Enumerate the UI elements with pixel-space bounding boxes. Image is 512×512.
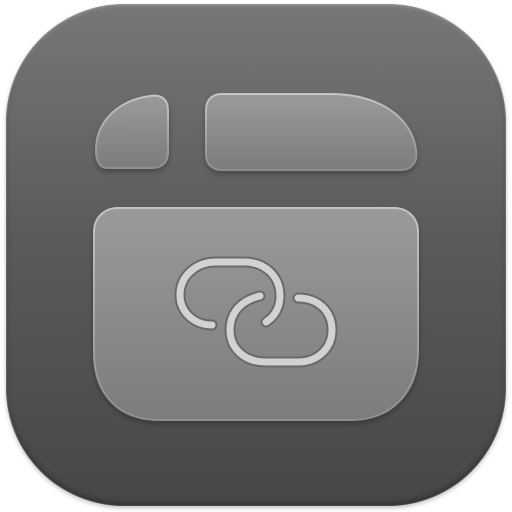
screen	[0, 0, 512, 512]
content-panel-icon	[93, 207, 419, 421]
app-icon[interactable]	[6, 4, 506, 506]
app-icon-artwork	[93, 93, 419, 421]
small-tab-icon	[94, 94, 169, 169]
wide-tab-icon	[205, 93, 418, 171]
